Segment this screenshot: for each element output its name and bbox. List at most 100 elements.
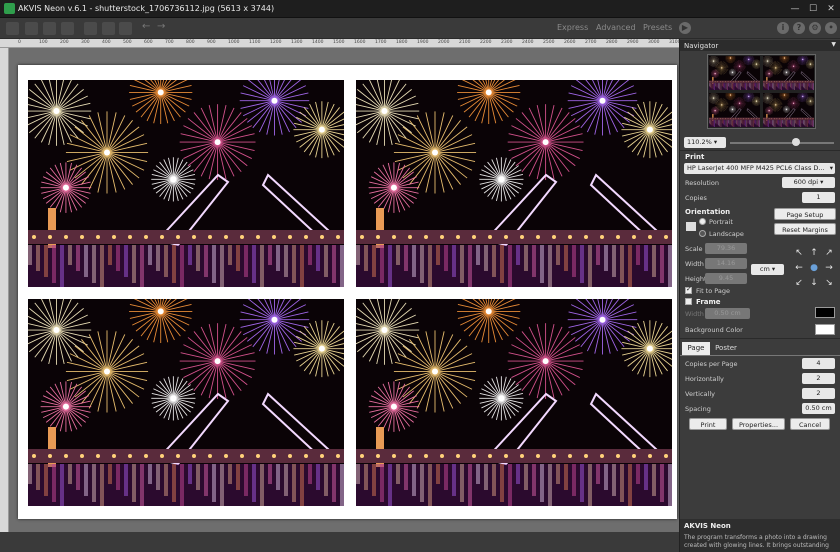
orientation-title: Orientation	[685, 208, 731, 216]
fireworks-artwork	[763, 56, 814, 90]
ruler-tick-label: 1400	[312, 40, 324, 45]
ruler-tick-label: 100	[39, 40, 48, 45]
ruler-tick-label: 400	[102, 40, 111, 45]
cancel-button[interactable]: Cancel	[790, 418, 830, 430]
align-left-icon[interactable]: ←	[793, 263, 805, 273]
properties-button[interactable]: Properties...	[732, 418, 785, 430]
undo-icon[interactable]: ←	[142, 21, 150, 32]
tab-poster[interactable]: Poster	[711, 342, 741, 355]
app-logo-icon	[4, 3, 15, 14]
window-title: AKVIS Neon v.6.1 - shutterstock_17067361…	[18, 4, 275, 13]
dropdown-icon: ▾	[829, 164, 833, 172]
toolbar: ← → Express Advanced Presets ▶ i ? ⚙ •	[0, 18, 840, 39]
redo-icon[interactable]: →	[157, 21, 165, 32]
vertically-field[interactable]: 2	[802, 388, 835, 399]
help-icon[interactable]: ?	[793, 22, 805, 34]
ruler-tick-label: 3000	[648, 40, 660, 45]
ruler-tick-label: 1800	[396, 40, 408, 45]
zoom-field[interactable]: 110.2% ▾	[684, 137, 726, 148]
align-top-icon[interactable]: ↑	[808, 248, 820, 258]
frame-checkbox[interactable]	[685, 298, 692, 305]
fireworks-artwork	[28, 80, 344, 287]
collapse-icon[interactable]: ▼	[831, 41, 836, 48]
presets-mode-button[interactable]: Presets	[643, 23, 672, 32]
align-bottom-right-icon[interactable]: ↘	[823, 278, 835, 288]
vertically-label: Vertically	[685, 390, 715, 398]
zoom-slider-handle[interactable]	[792, 138, 801, 146]
copies-field[interactable]: 1	[802, 192, 835, 203]
copies-label: Copies	[685, 194, 707, 202]
fit-to-page-checkbox[interactable]: ✓	[685, 285, 692, 294]
page-setup-button[interactable]: Page Setup	[774, 208, 836, 220]
copies-per-page-label: Copies per Page	[685, 360, 738, 368]
navigator-tile-1	[709, 56, 760, 90]
zoom-value: 110.2%	[687, 138, 712, 146]
fireworks-artwork	[763, 93, 814, 127]
open-icon[interactable]	[6, 22, 19, 35]
ruler-tick-label: 1200	[270, 40, 282, 45]
align-bottom-left-icon[interactable]: ↙	[793, 278, 805, 288]
align-top-right-icon[interactable]: ↗	[823, 248, 835, 258]
navigator-thumbnail[interactable]	[707, 54, 816, 129]
ruler-tick-label: 2600	[564, 40, 576, 45]
ruler-tick-label: 300	[81, 40, 90, 45]
resolution-value: 600 dpi	[793, 178, 819, 186]
maximize-button[interactable]: ☐	[806, 2, 820, 16]
settings-icon[interactable]: ⚙	[809, 22, 821, 34]
printer-select[interactable]: HP LaserJet 400 MFP M425 PCL6 Class D...…	[684, 163, 835, 174]
zoom-slider-track[interactable]	[730, 142, 834, 144]
horizontal-ruler: 0 100 200 300 400 500 600 700 800 900 1000 1100 1200…	[0, 39, 680, 48]
tab-page[interactable]: Page	[682, 342, 710, 355]
background-color-swatch[interactable]	[815, 324, 835, 335]
image-copy-4	[356, 299, 672, 506]
align-bottom-icon[interactable]: ↓	[808, 278, 820, 288]
navigator-tile-4	[763, 93, 814, 127]
run-icon[interactable]: ▶	[679, 22, 691, 34]
scale-label: Scale	[685, 245, 703, 253]
info-panel: AKVIS Neon The program transforms a phot…	[680, 519, 840, 552]
close-button[interactable]: ✕	[824, 2, 838, 16]
print-preview-canvas[interactable]	[9, 48, 679, 532]
frame-label: Frame	[696, 298, 721, 306]
ruler-tick-label: 1000	[228, 40, 240, 45]
image-copy-3	[28, 299, 344, 506]
ruler-tick-label: 1600	[354, 40, 366, 45]
portrait-label: Portrait	[709, 218, 733, 226]
batch-icon[interactable]	[43, 22, 56, 35]
canvas-icon[interactable]	[102, 22, 115, 35]
vertical-ruler	[0, 48, 9, 532]
resolution-label: Resolution	[685, 179, 719, 187]
align-center-icon[interactable]: ●	[808, 263, 820, 273]
advanced-mode-button[interactable]: Advanced	[596, 23, 636, 32]
scale-field[interactable]: 79.36	[705, 243, 747, 254]
align-top-left-icon[interactable]: ↖	[793, 248, 805, 258]
ruler-tick-label: 2800	[606, 40, 618, 45]
background-icon[interactable]	[119, 22, 132, 35]
share-icon[interactable]	[84, 22, 97, 35]
spacing-field[interactable]: 0.50 cm	[802, 403, 835, 414]
landscape-radio[interactable]	[699, 230, 706, 237]
print-button[interactable]: Print	[689, 418, 727, 430]
resolution-select[interactable]: 600 dpi ▾	[782, 177, 835, 188]
align-right-icon[interactable]: →	[823, 263, 835, 273]
frame-width-field[interactable]: 0.50 cm	[705, 308, 750, 319]
reset-margins-button[interactable]: Reset Margins	[774, 223, 836, 235]
express-mode-button[interactable]: Express	[557, 23, 588, 32]
info-title: AKVIS Neon	[684, 522, 731, 530]
unit-select[interactable]: cm ▾	[751, 264, 784, 275]
minimize-button[interactable]: —	[788, 2, 802, 16]
height-field[interactable]: 9.45	[705, 273, 747, 284]
width-field[interactable]: 14.16	[705, 258, 747, 269]
print-icon[interactable]	[61, 22, 74, 35]
save-icon[interactable]	[25, 22, 38, 35]
ruler-tick-label: 1100	[249, 40, 261, 45]
copies-per-page-field[interactable]: 4	[802, 358, 835, 369]
tips-icon[interactable]: •	[825, 22, 837, 34]
portrait-radio[interactable]	[699, 218, 706, 225]
horizontal-scrollbar[interactable]	[0, 532, 679, 552]
frame-color-swatch[interactable]	[815, 307, 835, 318]
ruler-tick-label: 2100	[459, 40, 471, 45]
ruler-tick-label: 2500	[543, 40, 555, 45]
horizontally-field[interactable]: 2	[802, 373, 835, 384]
about-icon[interactable]: i	[777, 22, 789, 34]
